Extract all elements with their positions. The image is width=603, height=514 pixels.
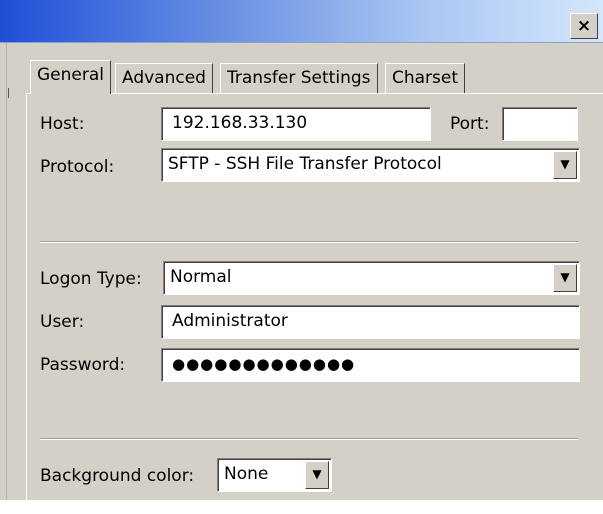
logon-type-select[interactable]: Normal ▼	[163, 261, 580, 295]
password-label: Password:	[40, 355, 126, 375]
tab-charset[interactable]: Charset	[385, 63, 466, 93]
host-input[interactable]: 192.168.33.130	[161, 107, 431, 141]
tab-label: General	[37, 65, 104, 85]
tab-advanced[interactable]: Advanced	[115, 63, 213, 93]
user-label: User:	[40, 312, 85, 332]
protocol-select[interactable]: SFTP - SSH File Transfer Protocol ▼	[161, 148, 580, 182]
tab-label: Transfer Settings	[227, 68, 371, 88]
host-label: Host:	[40, 114, 85, 134]
chevron-down-icon[interactable]: ▼	[553, 264, 577, 292]
chevron-down-icon[interactable]: ▼	[305, 461, 329, 489]
tab-general[interactable]: General	[30, 60, 111, 94]
tab-label: Charset	[392, 68, 459, 88]
background-color-select[interactable]: None ▼	[217, 458, 332, 492]
tab-label: Advanced	[122, 68, 206, 88]
protocol-label: Protocol:	[40, 157, 115, 177]
chevron-down-icon[interactable]: ▼	[553, 151, 577, 179]
background-color-value: None	[224, 464, 269, 484]
title-bar: ×	[0, 0, 603, 43]
protocol-value: SFTP - SSH File Transfer Protocol	[168, 154, 442, 174]
tab-transfer-settings[interactable]: Transfer Settings	[220, 63, 378, 93]
frame-tick	[8, 88, 9, 98]
port-label: Port:	[450, 114, 490, 134]
close-icon: ×	[576, 16, 592, 36]
separator	[40, 438, 578, 440]
logon-type-value: Normal	[170, 267, 232, 287]
password-input[interactable]: ●●●●●●●●●●●●●	[161, 348, 580, 382]
close-button[interactable]: ×	[570, 13, 598, 39]
logon-type-label: Logon Type:	[40, 269, 142, 289]
separator	[40, 241, 578, 243]
background-color-label: Background color:	[40, 466, 195, 486]
left-frame-edge	[6, 43, 7, 500]
port-input[interactable]	[502, 107, 578, 141]
user-input[interactable]: Administrator	[161, 305, 580, 339]
